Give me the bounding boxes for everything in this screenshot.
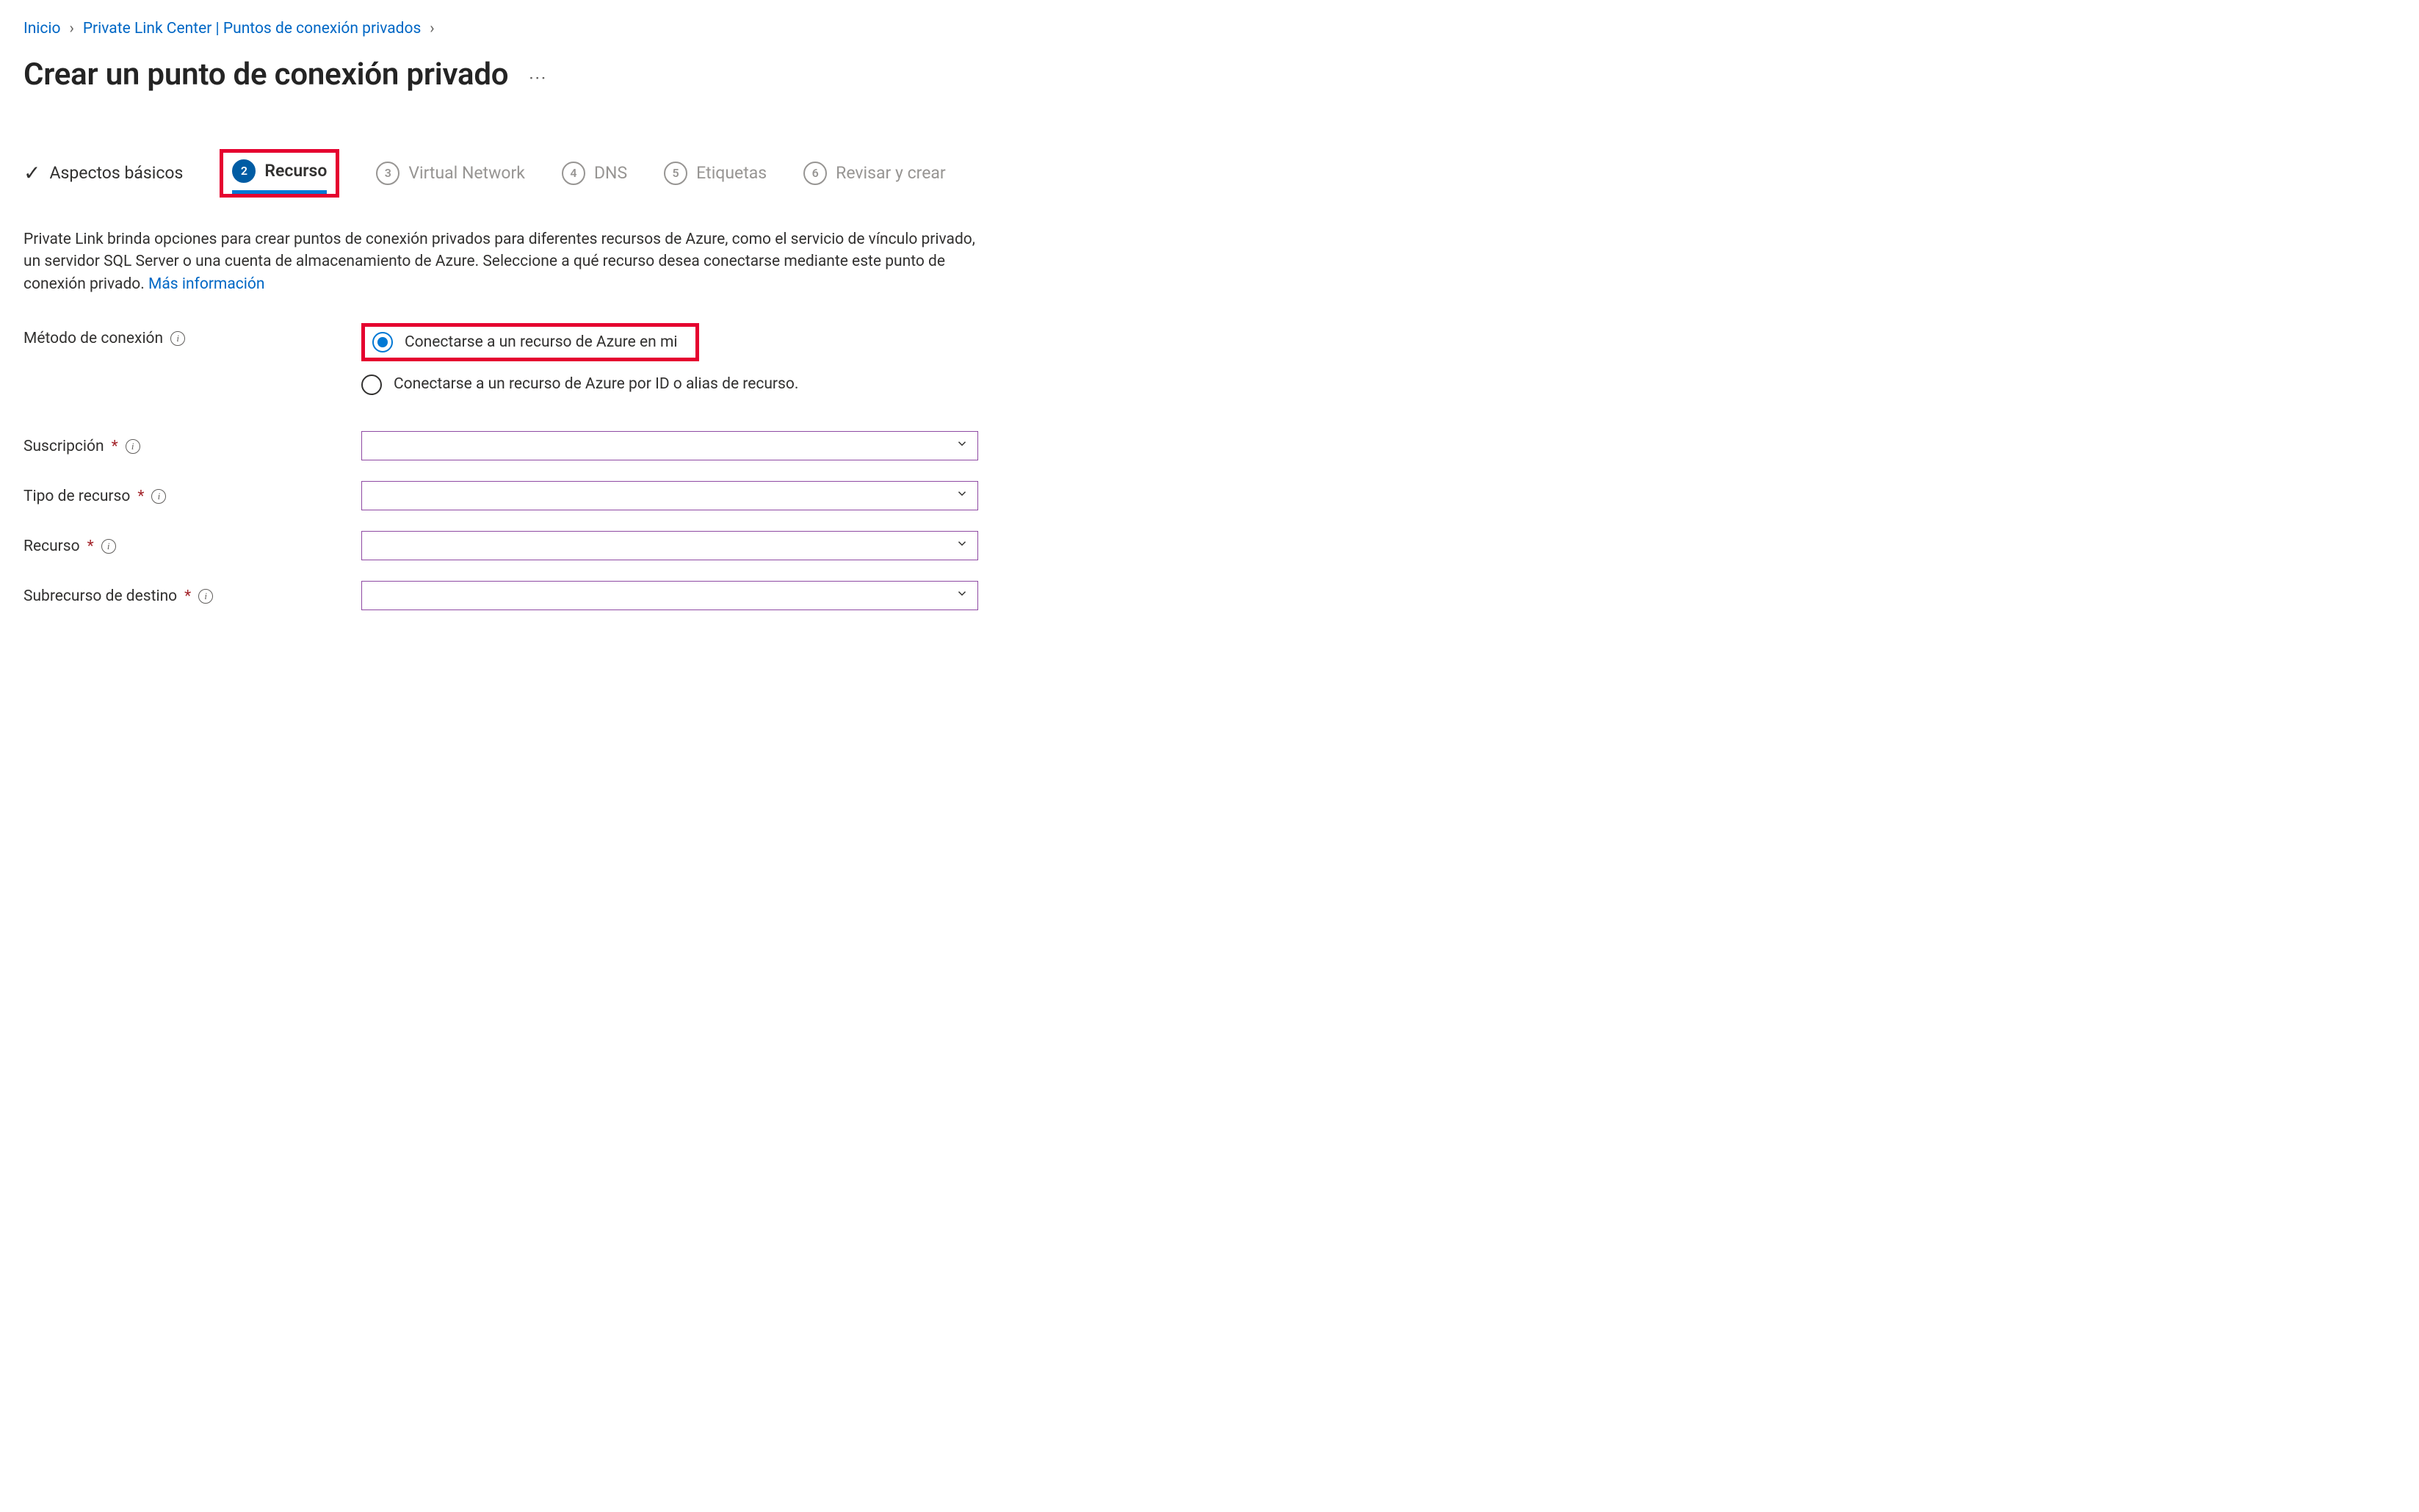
info-icon[interactable]: i: [126, 439, 140, 454]
info-icon[interactable]: i: [198, 589, 213, 604]
radio-group-connection-method: Conectarse a un recurso de Azure en mi C…: [361, 323, 798, 396]
label-text: Subrecurso de destino: [23, 585, 177, 607]
select-resource[interactable]: [361, 531, 978, 560]
radio-item-by-id[interactable]: Conectarse a un recurso de Azure por ID …: [361, 373, 798, 395]
breadcrumb: Inicio › Private Link Center | Puntos de…: [23, 18, 2396, 40]
step-number-icon: 5: [664, 162, 687, 185]
step-label: Etiquetas: [696, 161, 767, 185]
required-asterisk: *: [112, 435, 118, 457]
breadcrumb-private-link[interactable]: Private Link Center | Puntos de conexión…: [83, 18, 421, 40]
step-number-icon: 6: [803, 162, 827, 185]
step-label: DNS: [594, 161, 627, 185]
learn-more-link[interactable]: Más información: [148, 275, 264, 293]
step-number-icon: 3: [376, 162, 399, 185]
description: Private Link brinda opciones para crear …: [23, 228, 978, 295]
row-resource-type: Tipo de recurso * i: [23, 481, 2396, 510]
required-asterisk: *: [137, 485, 144, 507]
label-connection-method: Método de conexión i: [23, 323, 332, 350]
step-label: Revisar y crear: [836, 161, 946, 185]
breadcrumb-separator: ›: [70, 18, 74, 40]
info-icon[interactable]: i: [101, 539, 116, 554]
chevron-down-icon: [955, 485, 969, 506]
radio-connect-my-directory[interactable]: [372, 332, 393, 352]
select-target-subresource[interactable]: [361, 581, 978, 610]
row-resource: Recurso * i: [23, 531, 2396, 560]
highlight-frame-radio: Conectarse a un recurso de Azure en mi: [361, 323, 699, 361]
step-dns[interactable]: 4 DNS: [562, 158, 627, 188]
required-asterisk: *: [184, 585, 191, 607]
breadcrumb-home[interactable]: Inicio: [23, 18, 61, 40]
breadcrumb-separator: ›: [430, 18, 434, 40]
radio-label: Conectarse a un recurso de Azure por ID …: [394, 373, 798, 395]
step-number-icon: 2: [232, 159, 256, 183]
label-subscription: Suscripción * i: [23, 431, 332, 457]
chevron-down-icon: [955, 535, 969, 556]
label-resource: Recurso * i: [23, 531, 332, 557]
highlight-frame-step: 2 Recurso: [220, 149, 339, 197]
step-label: Recurso: [264, 159, 327, 183]
info-icon[interactable]: i: [170, 331, 185, 346]
label-text: Suscripción: [23, 435, 104, 457]
step-etiquetas[interactable]: 5 Etiquetas: [664, 158, 767, 188]
title-row: Crear un punto de conexión privado ···: [23, 53, 2396, 98]
step-recurso[interactable]: 2 Recurso: [232, 156, 327, 186]
radio-connect-by-id[interactable]: [361, 375, 382, 395]
label-text: Recurso: [23, 535, 80, 557]
step-label: Virtual Network: [408, 161, 525, 185]
row-subscription: Suscripción * i: [23, 431, 2396, 460]
step-number-icon: 4: [562, 162, 585, 185]
chevron-down-icon: [955, 585, 969, 606]
label-text: Método de conexión: [23, 328, 163, 350]
label-resource-type: Tipo de recurso * i: [23, 481, 332, 507]
required-asterisk: *: [87, 535, 94, 557]
row-target-subresource: Subrecurso de destino * i: [23, 581, 2396, 610]
step-aspectos-basicos[interactable]: ✓ Aspectos básicos: [23, 158, 183, 188]
wizard-steps: ✓ Aspectos básicos 2 Recurso 3 Virtual N…: [23, 149, 2396, 197]
page-title: Crear un punto de conexión privado: [23, 53, 508, 98]
step-revisar-y-crear[interactable]: 6 Revisar y crear: [803, 158, 946, 188]
chevron-down-icon: [955, 435, 969, 456]
step-label: Aspectos básicos: [49, 161, 183, 185]
step-virtual-network[interactable]: 3 Virtual Network: [376, 158, 525, 188]
label-target-subresource: Subrecurso de destino * i: [23, 581, 332, 607]
info-icon[interactable]: i: [151, 489, 166, 504]
select-resource-type[interactable]: [361, 481, 978, 510]
label-text: Tipo de recurso: [23, 485, 130, 507]
more-actions-button[interactable]: ···: [529, 66, 547, 92]
row-connection-method: Método de conexión i Conectarse a un rec…: [23, 323, 2396, 396]
select-subscription[interactable]: [361, 431, 978, 460]
radio-label: Conectarse a un recurso de Azure en mi: [405, 331, 677, 353]
check-icon: ✓: [23, 163, 40, 184]
